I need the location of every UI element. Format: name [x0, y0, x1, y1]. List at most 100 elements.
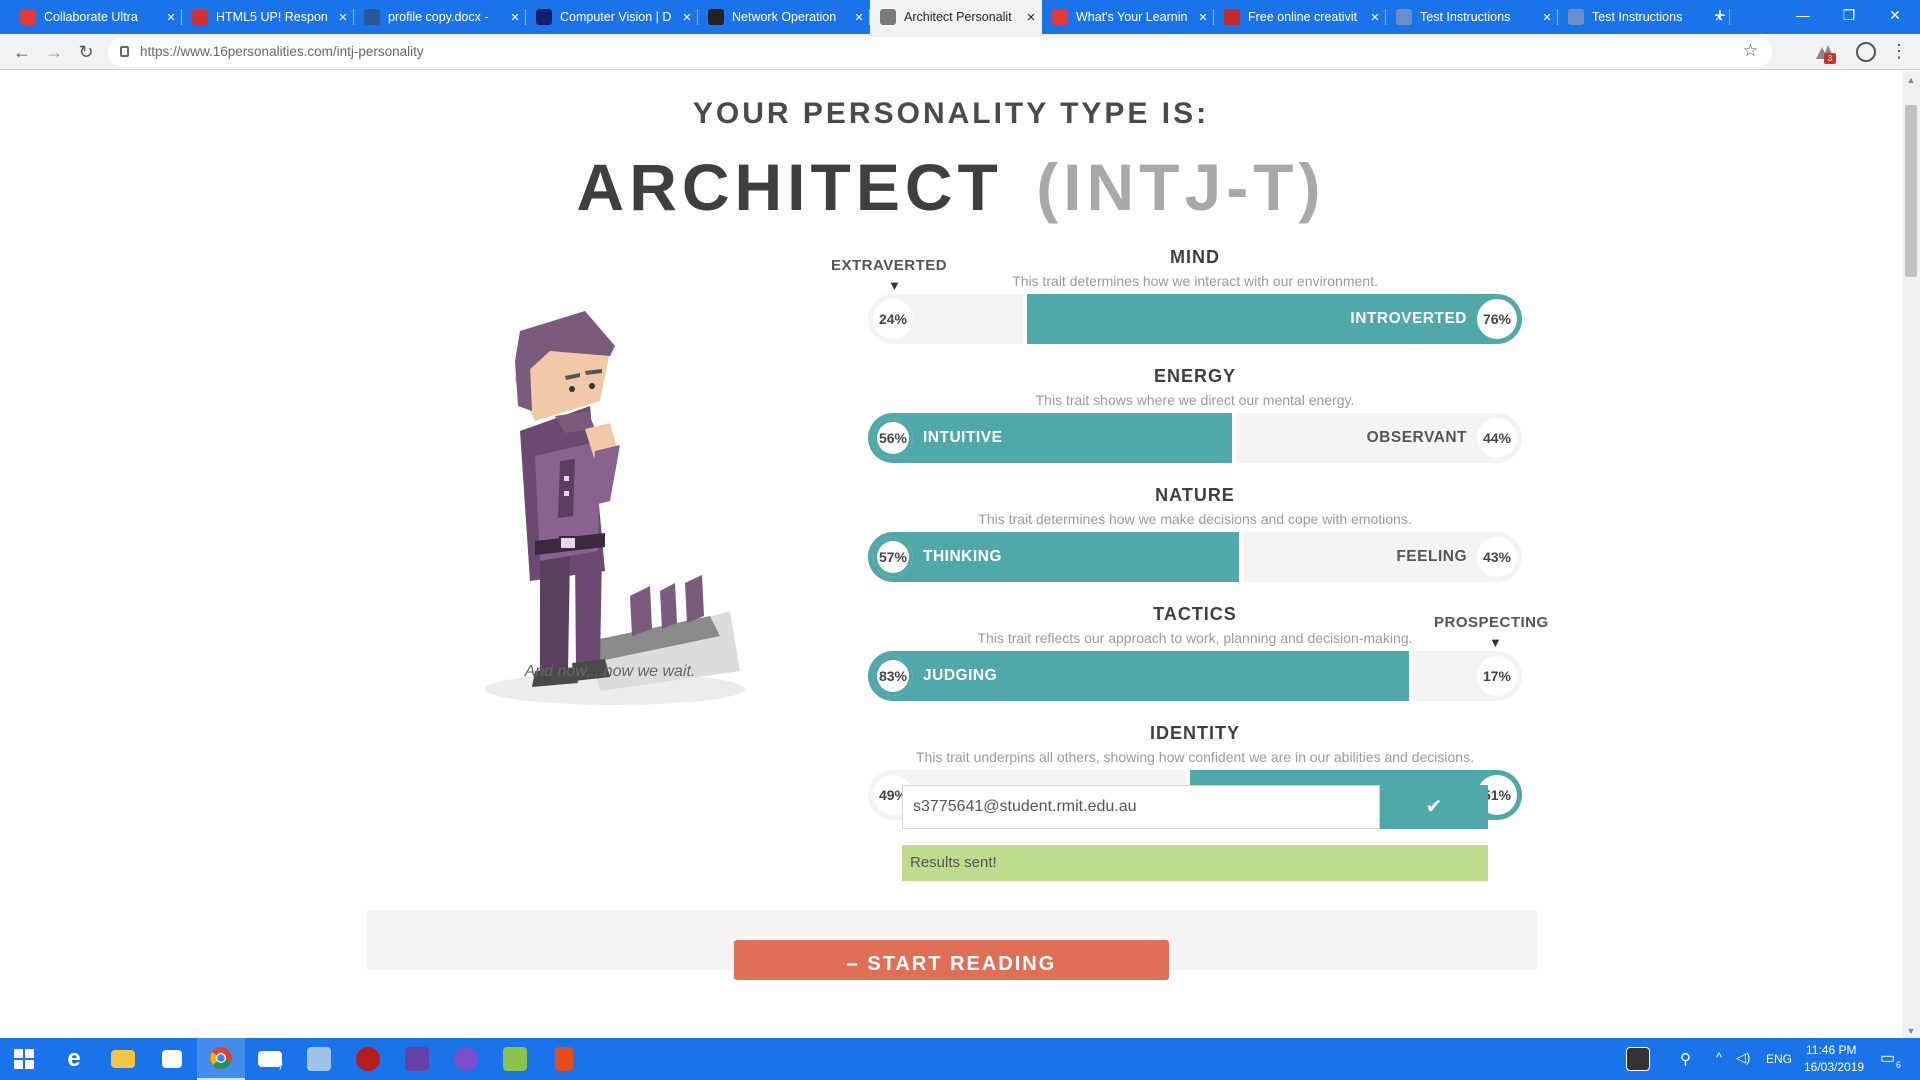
- page-scrollbar[interactable]: ▲ ▼: [1902, 71, 1920, 1038]
- trait-bar[interactable]: 57% THINKING FEELING 43%: [868, 532, 1522, 582]
- notepad-icon: [503, 1047, 527, 1071]
- tab-title: What's Your Learnin: [1076, 10, 1188, 24]
- tab-favicon-icon: [1396, 9, 1412, 25]
- browser-tab[interactable]: profile copy.docx - ×: [354, 0, 526, 34]
- browser-tab[interactable]: HTML5 UP! Respon ×: [182, 0, 354, 34]
- trait-description: This trait shows where we direct our men…: [1035, 392, 1355, 408]
- language-indicator[interactable]: ENG: [1766, 1052, 1792, 1066]
- taskbar-app-monitor[interactable]: [295, 1038, 343, 1080]
- left-percent: 57%: [873, 537, 913, 577]
- extension-badge: 3: [1824, 53, 1836, 64]
- trait-title: MIND: [1170, 247, 1220, 267]
- browser-tab[interactable]: Architect Personalit ×: [870, 0, 1042, 34]
- clock-date[interactable]: 16/03/2019: [1804, 1060, 1864, 1074]
- taskbar-chrome[interactable]: [197, 1038, 245, 1080]
- trait-bar[interactable]: 24% INTROVERTED 76%: [868, 294, 1522, 344]
- trait-title: TACTICS: [1153, 604, 1237, 624]
- url-bar[interactable]: https://www.16personalities.com/intj-per…: [108, 37, 1772, 67]
- browser-tab[interactable]: What's Your Learnin ×: [1042, 0, 1214, 34]
- tab-favicon-icon: [536, 9, 552, 25]
- taskbar-app-notepad[interactable]: [491, 1038, 539, 1080]
- tab-close-icon[interactable]: ×: [848, 9, 870, 26]
- tab-close-icon[interactable]: ×: [676, 9, 698, 26]
- forward-icon[interactable]: →: [40, 38, 68, 66]
- reload-icon[interactable]: ↻: [72, 38, 100, 66]
- maximize-button[interactable]: ❐: [1826, 0, 1872, 34]
- taskbar-edge[interactable]: e: [50, 1038, 98, 1080]
- tab-title: Architect Personalit: [904, 10, 1012, 24]
- browser-tab[interactable]: Collaborate Ultra ×: [10, 0, 182, 34]
- lock-icon[interactable]: [120, 46, 129, 57]
- tab-favicon-icon: [708, 9, 724, 25]
- tab-close-icon[interactable]: ×: [160, 9, 182, 26]
- check-icon: ✔: [1425, 796, 1443, 818]
- taskbar-store[interactable]: [148, 1038, 196, 1080]
- notification-icon[interactable]: ▭: [1880, 1048, 1895, 1068]
- windows-logo-icon: [14, 1049, 34, 1069]
- volume-icon[interactable]: ◁): [1736, 1050, 1750, 1066]
- clock-time[interactable]: 11:46 PM: [1806, 1043, 1856, 1057]
- tray-app-icon[interactable]: [1616, 1038, 1660, 1080]
- taskbar-file-explorer[interactable]: [99, 1038, 147, 1080]
- taskbar-office[interactable]: [540, 1038, 588, 1080]
- browser-tab[interactable]: Network Operation ×: [698, 0, 870, 34]
- tab-close-icon[interactable]: ×: [1020, 9, 1042, 26]
- folder-icon: [111, 1050, 135, 1068]
- right-label: INTROVERTED: [1350, 310, 1467, 327]
- left-percent: 83%: [873, 656, 913, 696]
- trait-bar[interactable]: 83% JUDGING 17%: [868, 651, 1522, 701]
- left-label: THINKING: [923, 548, 1002, 565]
- tab-title: HTML5 UP! Respon: [216, 10, 328, 24]
- scroll-up-icon[interactable]: ▲: [1902, 75, 1920, 85]
- browser-tab[interactable]: Test Instructions ×: [1386, 0, 1558, 34]
- chevron-up-icon[interactable]: ^: [1716, 1050, 1722, 1065]
- results-sent-message: Results sent!: [902, 845, 1488, 881]
- close-window-button[interactable]: ✕: [1872, 0, 1918, 34]
- tab-close-icon[interactable]: ×: [1536, 9, 1558, 26]
- office-icon: [555, 1047, 573, 1071]
- new-tab-button[interactable]: +: [1708, 0, 1732, 34]
- tab-title: Free online creativit: [1248, 10, 1358, 24]
- back-icon[interactable]: ←: [8, 38, 36, 66]
- right-percent: 44%: [1477, 418, 1517, 458]
- taskbar-twitch[interactable]: [393, 1038, 441, 1080]
- tab-close-icon[interactable]: ×: [1364, 9, 1386, 26]
- tab-close-icon[interactable]: ×: [1192, 9, 1214, 26]
- page-content: YOUR PERSONALITY TYPE IS: ARCHITECT (INT…: [0, 71, 1920, 1038]
- spider-icon: [356, 1047, 380, 1071]
- tab-close-icon[interactable]: ×: [332, 9, 354, 26]
- browser-tab[interactable]: Free online creativit ×: [1214, 0, 1386, 34]
- taskbar-app-purple[interactable]: [442, 1038, 490, 1080]
- illustration-caption: And now... now we wait.: [524, 663, 696, 680]
- chrome-icon: [210, 1047, 232, 1069]
- email-input[interactable]: s3775641@student.rmit.edu.au: [902, 785, 1380, 829]
- tab-favicon-icon: [1052, 9, 1068, 25]
- mail-badge: 7: [278, 1062, 284, 1072]
- browser-tab[interactable]: Test Instructions ×: [1558, 0, 1730, 34]
- trait-description: This trait determines how we interact wi…: [1012, 273, 1378, 289]
- profile-icon[interactable]: [1856, 42, 1876, 62]
- menu-kebab-icon[interactable]: ⋮: [1890, 40, 1908, 62]
- browser-tab[interactable]: Computer Vision | D ×: [526, 0, 698, 34]
- email-submit-button[interactable]: ✔: [1380, 785, 1488, 829]
- notification-count: 6: [1896, 1060, 1902, 1070]
- start-button[interactable]: [0, 1038, 48, 1080]
- scroll-down-icon[interactable]: ▼: [1902, 1026, 1920, 1036]
- right-percent: 76%: [1477, 299, 1517, 339]
- url-text[interactable]: https://www.16personalities.com/intj-per…: [140, 44, 424, 59]
- bookmark-star-icon[interactable]: ☆: [1743, 41, 1758, 61]
- trait-bar[interactable]: 56% INTUITIVE OBSERVANT 44%: [868, 413, 1522, 463]
- minimize-button[interactable]: —: [1780, 0, 1826, 34]
- right-label: OBSERVANT: [1366, 429, 1467, 446]
- scrollbar-thumb[interactable]: [1905, 105, 1917, 277]
- tab-favicon-icon: [1224, 9, 1240, 25]
- taskbar-mail[interactable]: [246, 1038, 294, 1080]
- trait-title: NATURE: [1155, 485, 1235, 505]
- people-icon[interactable]: ⚲: [1680, 1050, 1691, 1068]
- tab-close-icon[interactable]: ×: [504, 9, 526, 26]
- taskbar-app-spider[interactable]: [344, 1038, 392, 1080]
- right-label: FEELING: [1396, 548, 1467, 565]
- type-code: (INTJ-T): [1036, 150, 1326, 224]
- personality-type-title: ARCHITECT (INTJ-T): [0, 149, 1902, 225]
- start-reading-button[interactable]: – START READING: [734, 940, 1169, 980]
